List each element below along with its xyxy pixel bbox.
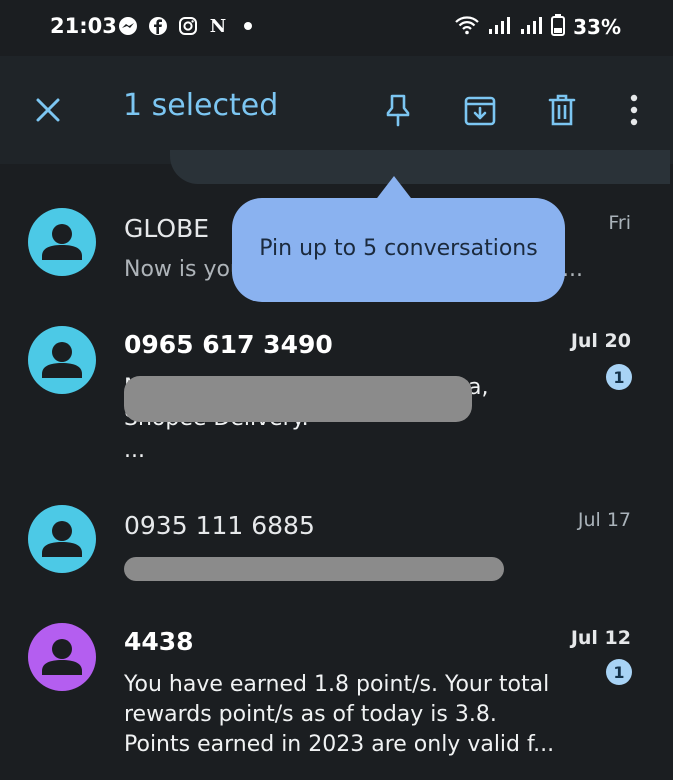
person-icon [42, 639, 82, 675]
redaction-bar [124, 557, 504, 581]
redaction-bar [124, 376, 472, 422]
avatar [28, 505, 96, 573]
conversation-snippet-line3: ... [124, 438, 145, 463]
person-icon [42, 224, 82, 260]
conversation-row[interactable]: 0935 111 6885 Jul 17 [0, 495, 673, 595]
pin-button[interactable] [378, 90, 418, 130]
conversation-date: Jul 12 [570, 627, 631, 649]
unread-badge: 1 [606, 364, 632, 390]
facebook-icon [148, 16, 168, 36]
person-icon [42, 342, 82, 378]
conversation-date: Fri [608, 212, 631, 234]
battery-percentage: 33% [573, 15, 621, 39]
pin-icon [386, 94, 410, 127]
signal-icon [487, 15, 511, 39]
battery-icon [551, 14, 566, 40]
conversation-snippet: Now is you [124, 257, 244, 282]
selection-count: 1 selected [123, 88, 279, 123]
pin-tooltip[interactable]: Pin up to 5 conversations [232, 198, 565, 302]
delete-button[interactable] [542, 90, 582, 130]
conversation-snippet-line3: Points earned in 2023 are only valid f..… [124, 732, 555, 757]
status-time: 21:03 [50, 14, 117, 38]
netflix-icon: N [209, 15, 227, 37]
conversation-date: Jul 17 [577, 509, 631, 531]
notification-icons: N [118, 15, 258, 37]
instagram-icon [178, 16, 198, 36]
avatar [28, 326, 96, 394]
selection-toolbar: 1 selected [0, 56, 673, 164]
messenger-icon [118, 16, 138, 36]
trash-icon [548, 94, 576, 126]
more-options-button[interactable] [614, 90, 654, 130]
archive-icon [464, 96, 496, 126]
conversation-name: 0965 617 3490 [124, 330, 333, 359]
archive-button[interactable] [460, 90, 500, 130]
conversation-snippet-line1: You have earned 1.8 point/s. Your total [124, 672, 550, 697]
conversation-row[interactable]: 0965 617 3490 Jul 20 1 M a, Shopee Deliv… [0, 318, 673, 478]
wifi-icon [455, 15, 479, 39]
conversation-name: 0935 111 6885 [124, 511, 315, 540]
dot-icon [238, 16, 258, 36]
conversation-name: GLOBE [124, 214, 210, 243]
close-icon [36, 98, 60, 122]
status-bar: 21:03 N 33% [0, 0, 673, 56]
system-indicators: 33% [455, 14, 621, 40]
signal-icon-2 [519, 15, 543, 39]
avatar [28, 208, 96, 276]
person-icon [42, 521, 82, 557]
selected-conversation-edge[interactable] [170, 150, 670, 184]
conversation-snippet-tail: ... [562, 257, 583, 282]
avatar [28, 623, 96, 691]
conversation-name: 4438 [124, 627, 194, 656]
conversation-snippet-line2: rewards point/s as of today is 3.8. [124, 702, 497, 727]
tooltip-text: Pin up to 5 conversations [259, 236, 538, 261]
conversation-date: Jul 20 [570, 330, 631, 352]
close-selection-button[interactable] [28, 90, 68, 130]
conversation-row[interactable]: 4438 Jul 12 1 You have earned 1.8 point/… [0, 615, 673, 775]
more-vert-icon [630, 94, 638, 126]
unread-badge: 1 [606, 659, 632, 685]
